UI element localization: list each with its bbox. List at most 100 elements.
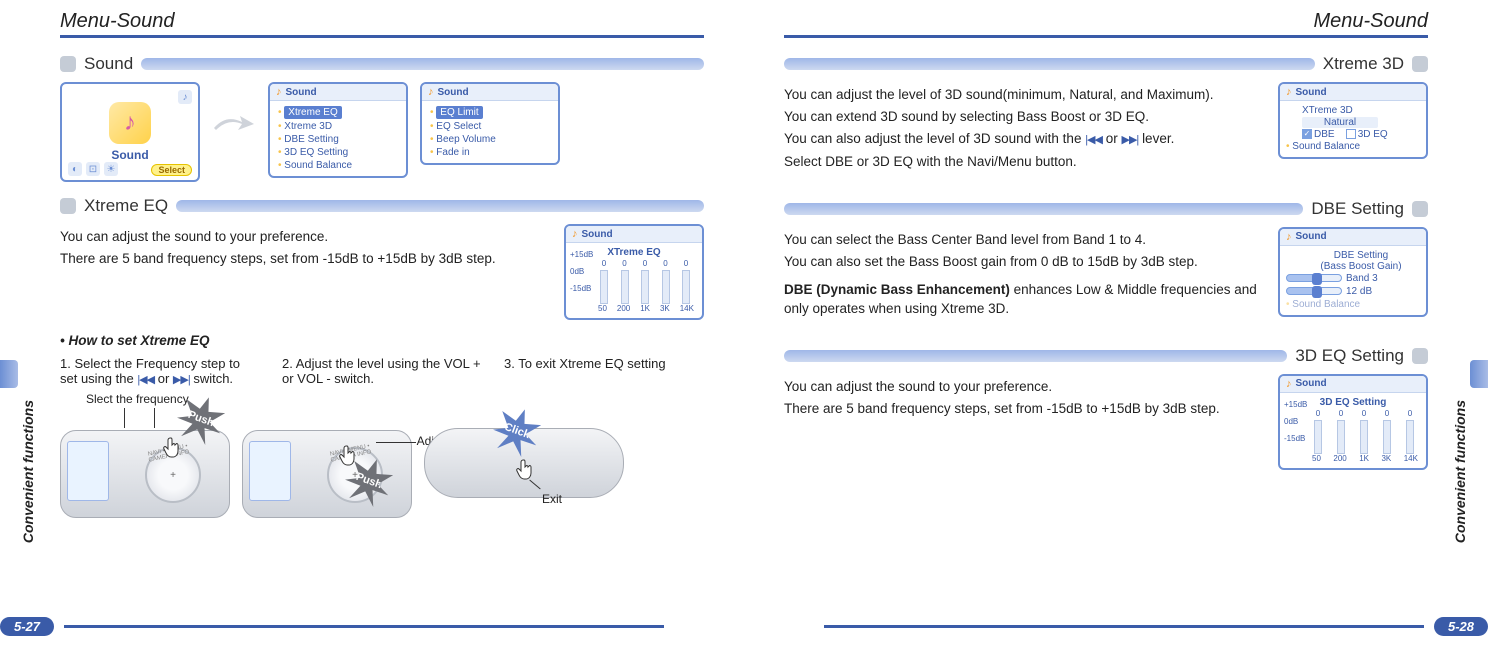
section-dbe-title: DBE Setting bbox=[1311, 199, 1404, 219]
section-bar bbox=[784, 58, 1315, 70]
bullet-icon bbox=[60, 198, 76, 214]
dbe-block: You can select the Bass Center Band leve… bbox=[784, 227, 1428, 322]
list-item: XTreme 3D bbox=[1286, 105, 1420, 116]
section-bar bbox=[784, 350, 1287, 362]
menu2-title: ♪Sound bbox=[422, 84, 558, 101]
list-item: Sound Balance bbox=[278, 159, 398, 172]
footer-rule bbox=[824, 625, 1424, 628]
xeq-text-2: There are 5 band frequency steps, set fr… bbox=[60, 250, 544, 268]
list-item: (Bass Boost Gain) bbox=[1286, 261, 1420, 272]
list-item: EQ Select bbox=[430, 120, 550, 133]
eq3d-block: You can adjust the sound to your prefere… bbox=[784, 374, 1428, 470]
list-item: Beep Volume bbox=[430, 133, 550, 146]
hero-sound-tile: ♪ ♪ Sound ◐ ⊡ ☀ Select bbox=[60, 82, 200, 182]
slider-icon bbox=[1286, 274, 1342, 282]
step1: 1. Select the Frequency step to set usin… bbox=[60, 356, 260, 386]
eq-x-axis: 50 200 1K 3K 14K bbox=[1286, 454, 1420, 463]
mini-screen bbox=[67, 441, 109, 501]
figure-exit: Click Exit bbox=[424, 398, 624, 518]
sound-screenshot-row: ♪ ♪ Sound ◐ ⊡ ☀ Select ♪Sound Xtreme EQ … bbox=[60, 82, 704, 182]
section-x3d-title: Xtreme 3D bbox=[1323, 54, 1404, 74]
bullet-icon bbox=[1412, 201, 1428, 217]
side-label-right: Convenient functions bbox=[1452, 400, 1468, 543]
page-left: Convenient functions Menu-Sound Sound ♪ … bbox=[0, 0, 744, 652]
page-footer-right: 5-28 bbox=[824, 616, 1488, 636]
page-number-left: 5-27 bbox=[0, 617, 54, 636]
section-3deq-title: 3D EQ Setting bbox=[1295, 346, 1404, 366]
eq3d-text-1: You can adjust the sound to your prefere… bbox=[784, 378, 1266, 396]
section-bar bbox=[176, 200, 704, 212]
side-label-left: Convenient functions bbox=[20, 400, 36, 543]
section-sound-title: Sound bbox=[84, 54, 133, 74]
dbe-text-2: You can also set the Bass Boost gain fro… bbox=[784, 253, 1266, 271]
note-icon: ♪ bbox=[1286, 231, 1292, 243]
section-3deq-header: 3D EQ Setting bbox=[784, 346, 1428, 366]
xeq-screenshot: ♪Sound XTreme EQ +15dB 0dB -15dB 0 0 0 0… bbox=[564, 224, 704, 320]
bullet-icon bbox=[60, 56, 76, 72]
list-item: ✓DBE 3D EQ bbox=[1286, 129, 1420, 140]
lever-right-icon: ▶▶| bbox=[173, 373, 190, 386]
x3d-text-3: You can also adjust the level of 3D soun… bbox=[784, 130, 1266, 148]
x3d-text-2: You can extend 3D sound by selecting Bas… bbox=[784, 108, 1266, 126]
lever-left-icon: |◀◀ bbox=[137, 373, 154, 386]
side-stripe bbox=[1470, 360, 1488, 388]
lever-right-icon: ▶▶| bbox=[1122, 133, 1139, 148]
eq3d-text-2: There are 5 band frequency steps, set fr… bbox=[784, 400, 1266, 418]
eq3d-screenshot: ♪Sound 3D EQ Setting +15dB 0dB -15dB 0 0… bbox=[1278, 374, 1428, 470]
page-header-right: Menu-Sound bbox=[784, 10, 1428, 38]
menu2-screen: ♪Sound EQ Limit EQ Select Beep Volume Fa… bbox=[420, 82, 560, 165]
section-x3d-header: Xtreme 3D bbox=[784, 54, 1428, 74]
list-item: Fade in bbox=[430, 146, 550, 159]
mini-icon-3: ☀ bbox=[104, 162, 118, 176]
howto-row: 1. Select the Frequency step to set usin… bbox=[60, 356, 704, 386]
checkbox-off-icon bbox=[1346, 129, 1356, 139]
x3d-text-1: You can adjust the level of 3D sound(min… bbox=[784, 86, 1266, 104]
section-xeq-title: Xtreme EQ bbox=[84, 196, 168, 216]
list-item: Xtreme EQ bbox=[278, 105, 398, 120]
step3: 3. To exit Xtreme EQ setting bbox=[504, 356, 704, 386]
gain-row: 12 dB bbox=[1286, 285, 1420, 298]
checkbox-on-icon: ✓ bbox=[1302, 129, 1312, 139]
lever-left-icon: |◀◀ bbox=[1085, 133, 1102, 148]
list-item: EQ Limit bbox=[430, 105, 550, 120]
list-item: Sound Balance bbox=[1286, 298, 1420, 311]
page-footer-left: 5-27 bbox=[0, 616, 664, 636]
section-bar bbox=[141, 58, 704, 70]
menu1-screen: ♪Sound Xtreme EQ Xtreme 3D DBE Setting 3… bbox=[268, 82, 408, 178]
eq-x-axis: 50 200 1K 3K 14K bbox=[572, 304, 696, 313]
band-row: Band 3 bbox=[1286, 272, 1420, 285]
hand-icon bbox=[516, 458, 536, 482]
dbe-text-1: You can select the Bass Center Band leve… bbox=[784, 231, 1266, 249]
x3d-screenshot: ♪Sound XTreme 3D Natural ✓DBE 3D EQ Soun… bbox=[1278, 82, 1428, 159]
section-xeq-header: Xtreme EQ bbox=[60, 196, 704, 216]
dbe-screenshot: ♪Sound DBE Setting (Bass Boost Gain) Ban… bbox=[1278, 227, 1428, 317]
arrow-icon bbox=[212, 110, 256, 138]
note-icon: ♪ bbox=[572, 228, 578, 240]
eq-y-axis: +15dB 0dB -15dB bbox=[570, 250, 593, 293]
note-icon: ♪ bbox=[276, 86, 282, 98]
xeq-scr-title: ♪Sound bbox=[566, 226, 702, 243]
hero-label: Sound bbox=[111, 148, 148, 162]
side-stripe bbox=[0, 360, 18, 388]
music-icon: ♪ bbox=[178, 90, 192, 104]
sound-icon: ♪ bbox=[109, 102, 151, 144]
menu1-list: Xtreme EQ Xtreme 3D DBE Setting 3D EQ Se… bbox=[270, 101, 406, 176]
section-sound-header: Sound bbox=[60, 54, 704, 74]
list-item: DBE Setting bbox=[278, 133, 398, 146]
section-dbe-header: DBE Setting bbox=[784, 199, 1428, 219]
note-icon: ♪ bbox=[428, 86, 434, 98]
mini-icon-1: ◐ bbox=[68, 162, 82, 176]
footer-rule bbox=[64, 625, 664, 628]
dbe-text-3: DBE (Dynamic Bass Enhancement) enhances … bbox=[784, 281, 1266, 317]
x3d-text-4: Select DBE or 3D EQ with the Navi/Menu b… bbox=[784, 153, 1266, 171]
list-item: Sound Balance bbox=[1286, 140, 1420, 153]
menu1-title: ♪Sound bbox=[270, 84, 406, 101]
note-icon: ♪ bbox=[1286, 86, 1292, 98]
note-icon: ♪ bbox=[1286, 378, 1292, 390]
page-header-left: Menu-Sound bbox=[60, 10, 704, 38]
step2: 2. Adjust the level using the VOL + or V… bbox=[282, 356, 482, 386]
xeq-text-1: You can adjust the sound to your prefere… bbox=[60, 228, 544, 246]
caption-select-freq: Slect the frequency bbox=[86, 392, 189, 406]
section-bar bbox=[784, 203, 1303, 215]
mini-icon-2: ⊡ bbox=[86, 162, 100, 176]
